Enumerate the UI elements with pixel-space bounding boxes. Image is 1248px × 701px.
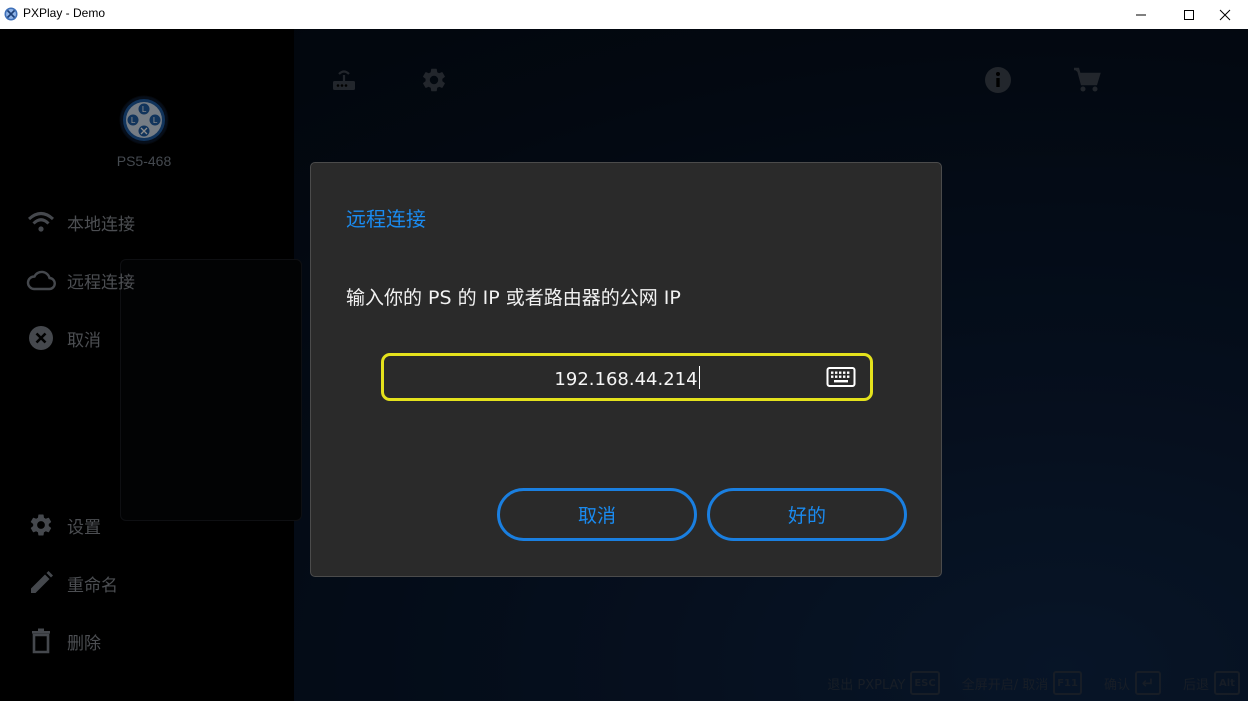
close-icon — [1219, 9, 1231, 20]
ok-button[interactable]: 好的 — [707, 488, 907, 541]
ip-address-value: 192.168.44.214 — [384, 366, 870, 390]
close-window-button[interactable] — [1202, 0, 1248, 29]
dialog-title: 远程连接 — [346, 207, 426, 231]
pxplay-logo-icon — [4, 7, 18, 21]
text-caret — [698, 366, 700, 389]
maximize-icon — [1184, 9, 1194, 20]
app-window: ? L L L PS5-468 本地连接 — [0, 29, 1248, 701]
minimize-button[interactable] — [1118, 0, 1164, 29]
ip-address-input[interactable]: 192.168.44.214 — [381, 353, 873, 401]
ip-address-text: 192.168.44.214 — [554, 369, 698, 390]
remote-connect-dialog: 远程连接 输入你的 PS 的 IP 或者路由器的公网 IP 192.168.44… — [310, 162, 942, 577]
cancel-button[interactable]: 取消 — [497, 488, 697, 541]
dialog-message: 输入你的 PS 的 IP 或者路由器的公网 IP — [346, 287, 681, 309]
window-title: PXPlay - Demo — [23, 6, 106, 20]
minimize-icon — [1136, 14, 1146, 15]
keyboard-icon[interactable] — [826, 364, 856, 390]
title-bar: PXPlay - Demo — [0, 0, 1248, 29]
